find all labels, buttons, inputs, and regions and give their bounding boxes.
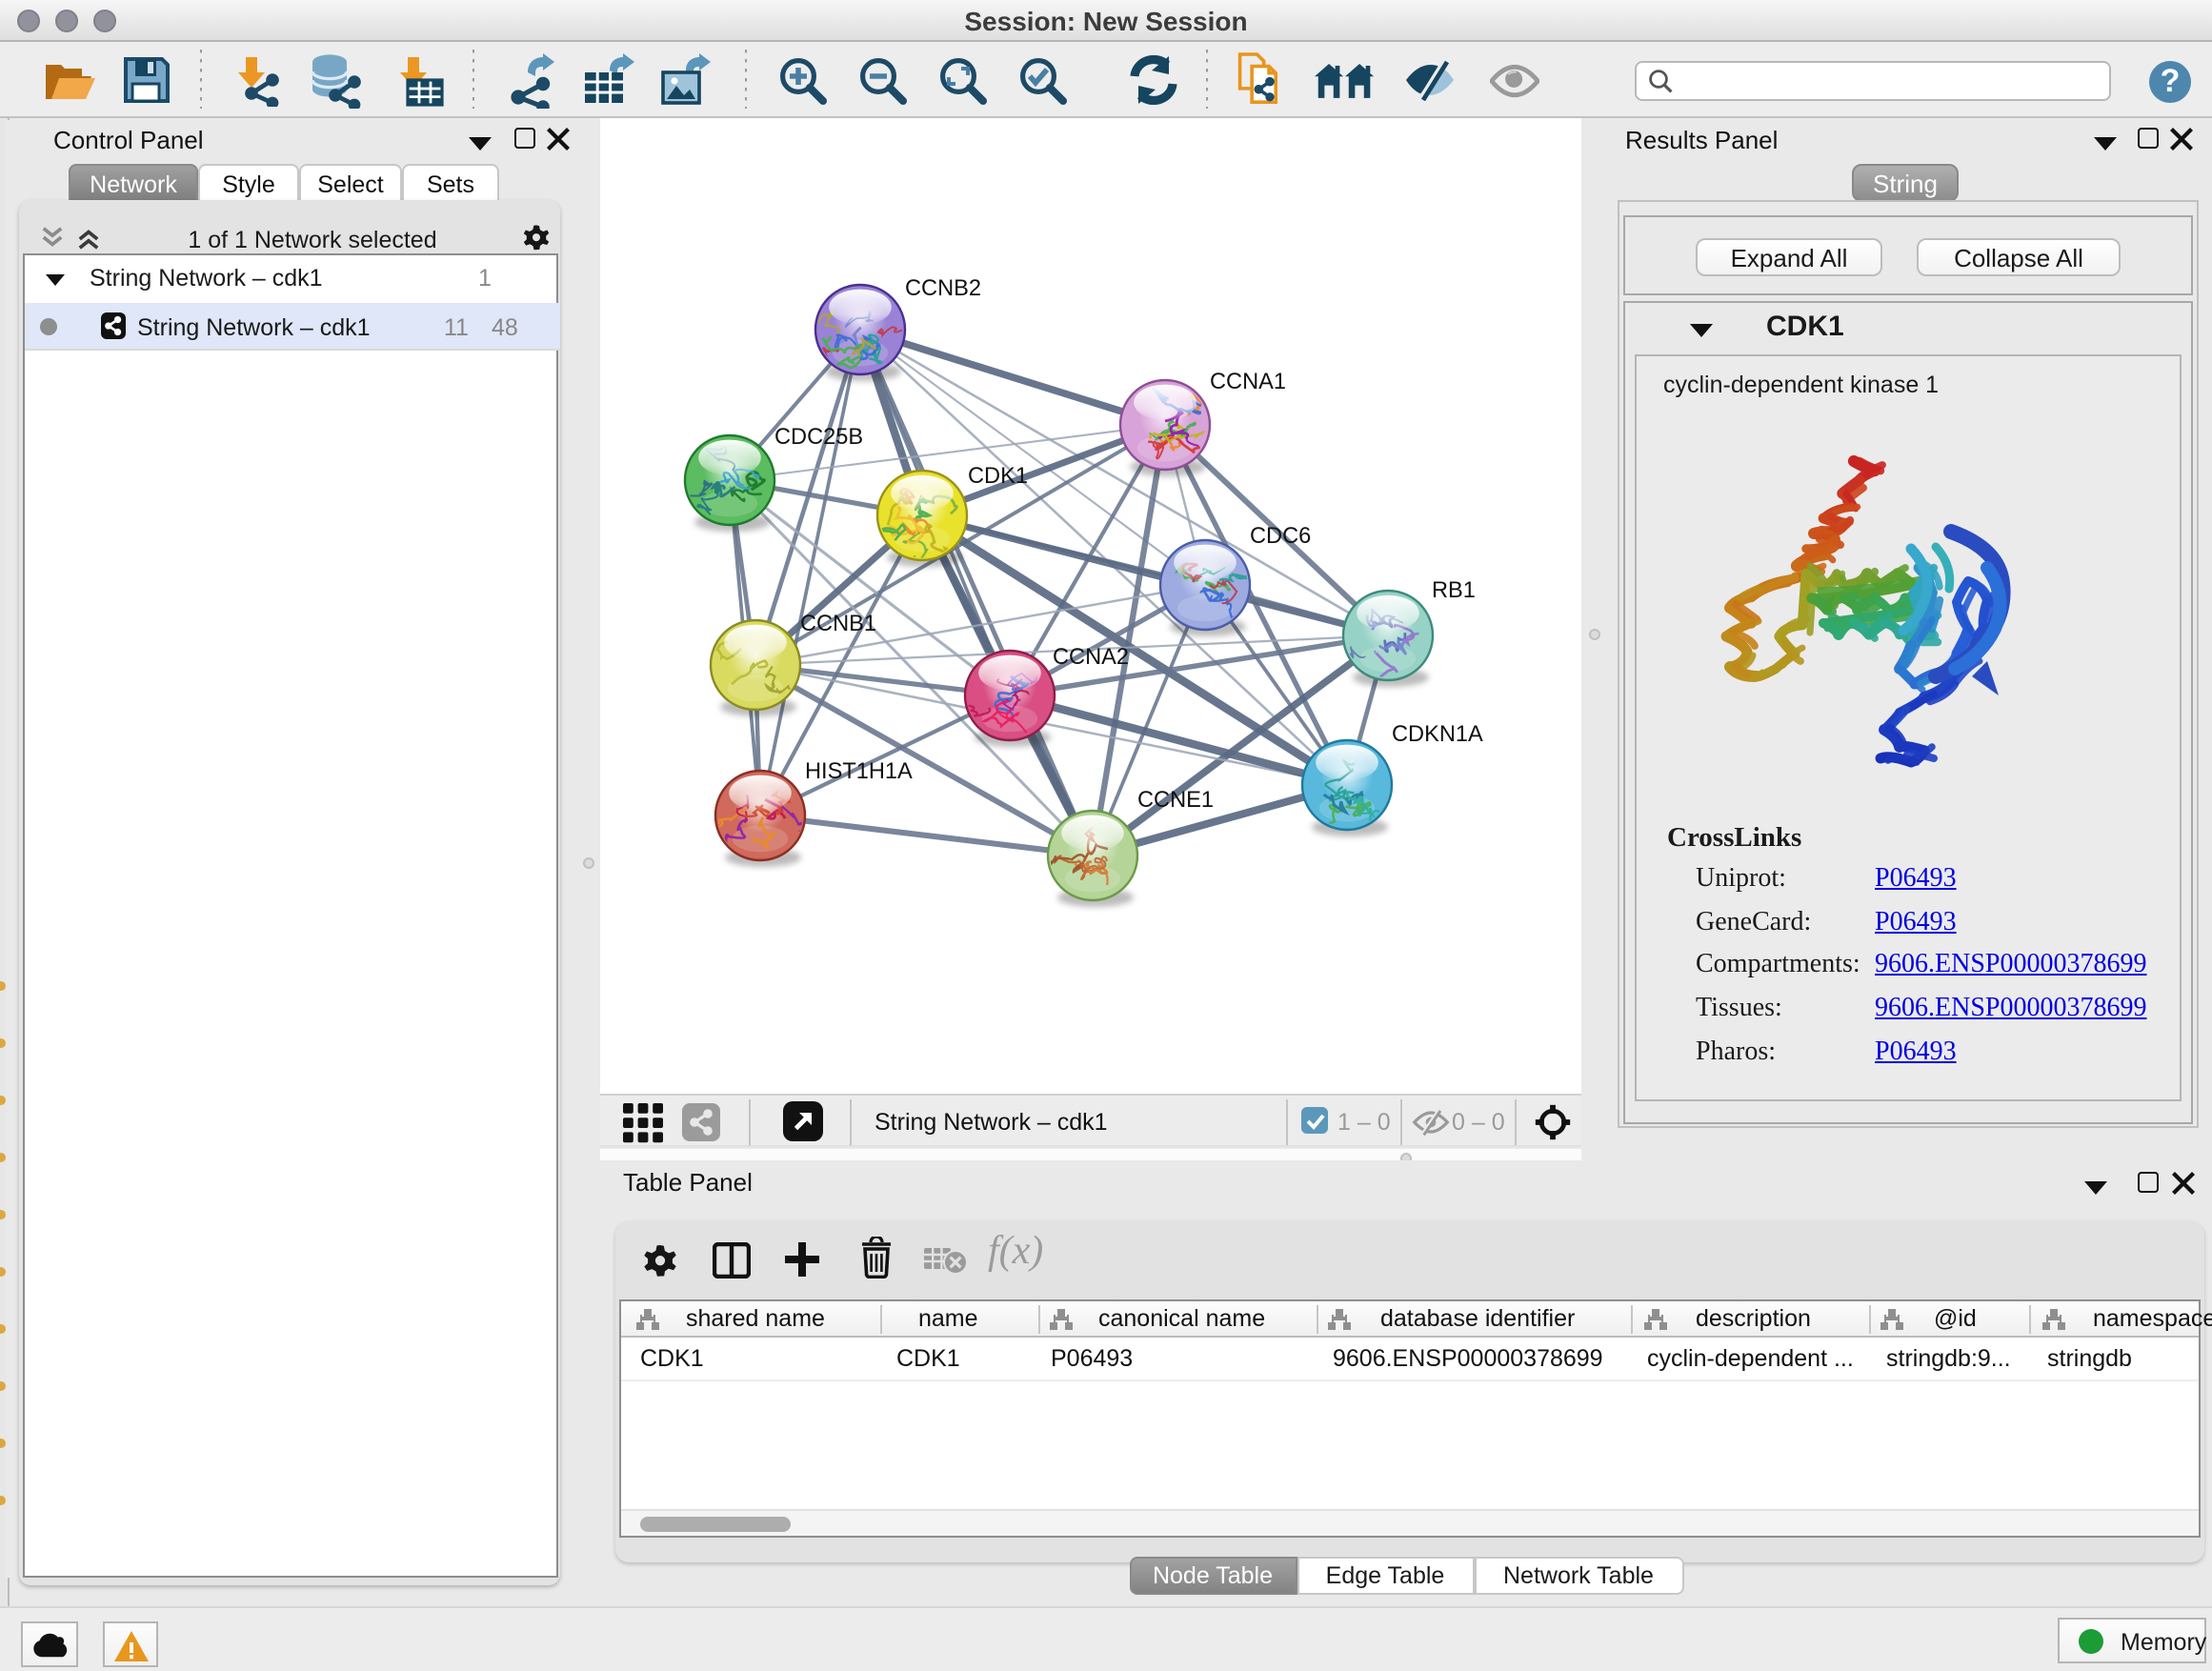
svg-text:CDC6: CDC6: [1250, 524, 1311, 549]
svg-text:HIST1H1A: HIST1H1A: [805, 759, 913, 784]
svg-text:CCNA2: CCNA2: [1053, 645, 1129, 670]
svg-text:CCNA1: CCNA1: [1210, 370, 1286, 394]
svg-text:CCNB1: CCNB1: [800, 612, 876, 636]
svg-text:RB1: RB1: [1432, 578, 1476, 603]
svg-text:CDC25B: CDC25B: [774, 425, 863, 450]
svg-text:CDKN1A: CDKN1A: [1392, 722, 1483, 747]
svg-text:CCNB2: CCNB2: [905, 276, 981, 301]
svg-text:CCNE1: CCNE1: [1137, 788, 1214, 813]
svg-text:CDK1: CDK1: [968, 464, 1028, 489]
